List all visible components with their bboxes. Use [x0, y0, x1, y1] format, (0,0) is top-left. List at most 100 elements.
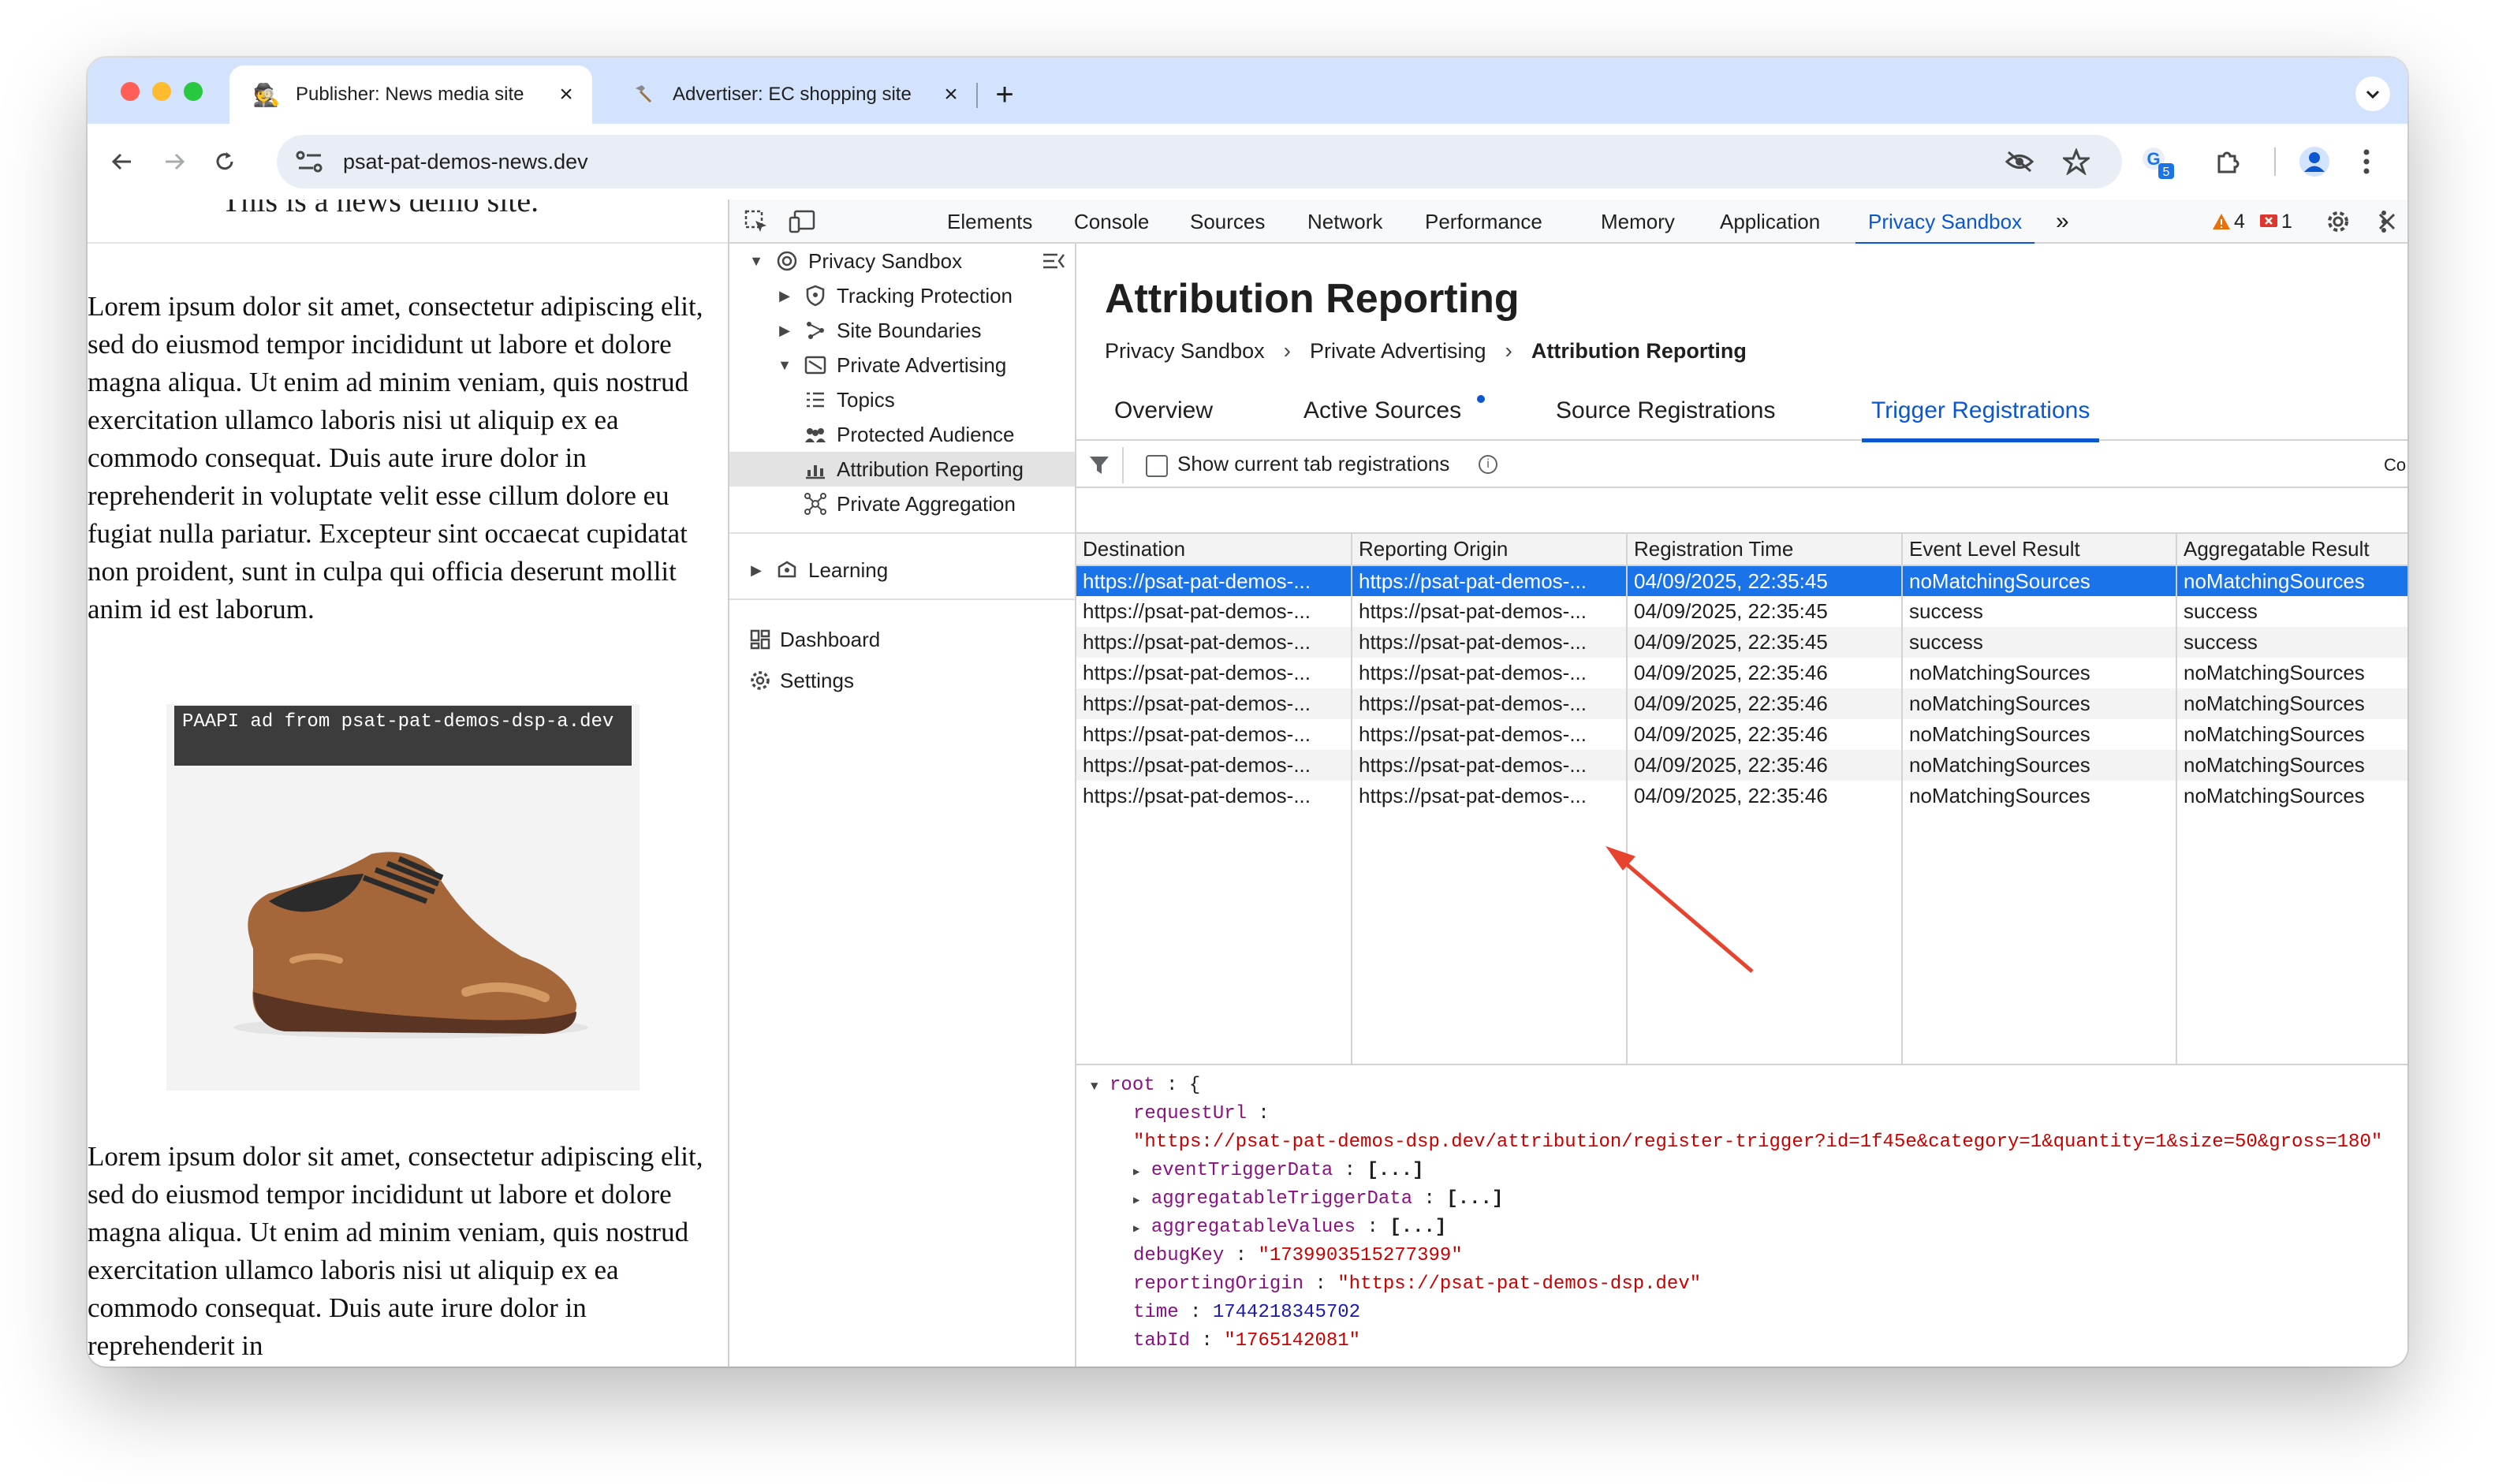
- sidebar-item-site-boundaries[interactable]: ▶ Site Boundaries: [729, 313, 1075, 348]
- expand-triangle-icon[interactable]: ▼: [1091, 1079, 1098, 1094]
- puzzle-icon: [2217, 151, 2240, 173]
- table-row[interactable]: https://psat-pat-demos-... https://psat-…: [1076, 750, 2407, 781]
- cell-destination: https://psat-pat-demos-...: [1076, 627, 1352, 658]
- expand-triangle-icon[interactable]: ▶: [748, 562, 764, 578]
- json-root-line[interactable]: ▼ root : {: [1091, 1072, 1200, 1101]
- tab-elements[interactable]: Elements: [947, 199, 1032, 244]
- ad-icon: [804, 353, 827, 377]
- sidebar-item-learning[interactable]: ▶ Learning: [729, 553, 1075, 587]
- column-header-aggregatable-result[interactable]: Aggregatable Result: [2176, 534, 2407, 566]
- close-window-button[interactable]: [121, 82, 140, 101]
- json-detail-view: ▼ root : { requestUrl : "https://psat-pa…: [1076, 1067, 2407, 1367]
- table-row[interactable]: https://psat-pat-demos-... https://psat-…: [1076, 719, 2407, 750]
- expand-triangle-icon[interactable]: ▼: [777, 357, 793, 373]
- sidebar-item-attribution-reporting[interactable]: Attribution Reporting: [729, 452, 1075, 487]
- tab-application[interactable]: Application: [1720, 199, 1820, 244]
- sidebar-divider: [729, 532, 1075, 534]
- breadcrumb-item[interactable]: Private Advertising: [1310, 339, 1486, 364]
- warnings-badge[interactable]: 4: [2212, 209, 2245, 234]
- column-header-registration-time[interactable]: Registration Time: [1627, 534, 1903, 566]
- tab-trigger-registrations[interactable]: Trigger Registrations: [1861, 381, 2100, 442]
- table-row[interactable]: https://psat-pat-demos-... https://psat-…: [1076, 596, 2407, 627]
- table-header-row: Destination Reporting Origin Registratio…: [1076, 534, 2407, 566]
- forward-button[interactable]: [155, 143, 193, 181]
- cell-aggregatable-result: noMatchingSources: [2176, 719, 2407, 750]
- audience-icon: [804, 423, 827, 446]
- show-current-tab-checkbox[interactable]: [1146, 455, 1168, 477]
- bookmark-star-icon[interactable]: [2061, 146, 2092, 177]
- table-row[interactable]: https://psat-pat-demos-... https://psat-…: [1076, 688, 2407, 719]
- sidebar-item-settings[interactable]: Settings: [729, 663, 1075, 698]
- breadcrumb-item[interactable]: Privacy Sandbox: [1105, 339, 1265, 364]
- errors-badge[interactable]: 1: [2259, 209, 2292, 234]
- chevron-right-icon: ›: [1283, 338, 1291, 363]
- profile-button[interactable]: [2295, 143, 2333, 181]
- collapsed-triangle-icon[interactable]: ▶: [1133, 1166, 1139, 1179]
- tab-overview[interactable]: Overview: [1114, 381, 1213, 441]
- tab-memory[interactable]: Memory: [1601, 199, 1675, 244]
- table-row[interactable]: https://psat-pat-demos-... https://psat-…: [1076, 658, 2407, 688]
- reload-button[interactable]: [206, 143, 244, 181]
- collapsed-triangle-icon[interactable]: ▶: [1133, 1223, 1139, 1236]
- maximize-window-button[interactable]: [184, 82, 203, 101]
- column-header-event-level-result[interactable]: Event Level Result: [1902, 534, 2177, 566]
- cell-event-level-result: noMatchingSources: [1902, 781, 2177, 811]
- inspect-element-icon[interactable]: [740, 206, 772, 237]
- expand-triangle-icon[interactable]: ▼: [748, 253, 764, 269]
- extension-button[interactable]: G5: [2138, 143, 2176, 181]
- address-bar[interactable]: psat-pat-demos-news.dev: [277, 135, 2122, 188]
- tab-sources[interactable]: Sources: [1190, 199, 1265, 244]
- tab-source-registrations[interactable]: Source Registrations: [1556, 381, 1775, 441]
- tab-performance[interactable]: Performance: [1425, 199, 1542, 244]
- json-event-trigger-data[interactable]: ▶ eventTriggerData : [...]: [1133, 1157, 1424, 1187]
- tab-publisher[interactable]: 🕵 Publisher: News media site ×: [229, 65, 592, 124]
- tab-network[interactable]: Network: [1307, 199, 1382, 244]
- tab-close-icon[interactable]: ×: [939, 81, 963, 107]
- minimize-window-button[interactable]: [152, 82, 171, 101]
- collapse-sidebar-icon[interactable]: [1042, 249, 1065, 273]
- column-header-destination[interactable]: Destination: [1076, 534, 1352, 566]
- tab-close-icon[interactable]: ×: [554, 81, 578, 107]
- new-tab-button[interactable]: +: [985, 75, 1024, 114]
- sidebar-item-protected-audience[interactable]: Protected Audience: [729, 417, 1075, 452]
- tab-console[interactable]: Console: [1074, 199, 1149, 244]
- collapsed-triangle-icon[interactable]: ▶: [1133, 1195, 1139, 1207]
- trigger-registrations-table: Destination Reporting Origin Registratio…: [1076, 532, 2407, 1065]
- info-icon[interactable]: i: [1479, 455, 1497, 474]
- tab-title: Advertiser: EC shopping site: [673, 84, 912, 105]
- more-tabs-button[interactable]: »: [2056, 199, 2069, 244]
- cell-registration-time: 04/09/2025, 22:35:46: [1627, 719, 1903, 750]
- table-row[interactable]: https://psat-pat-demos-... https://psat-…: [1076, 627, 2407, 658]
- tab-privacy-sandbox[interactable]: Privacy Sandbox: [1855, 199, 2035, 245]
- sidebar-item-private-aggregation[interactable]: Private Aggregation: [729, 487, 1075, 521]
- extensions-puzzle-button[interactable]: [2209, 143, 2247, 181]
- json-aggregatable-values[interactable]: ▶ aggregatableValues : [...]: [1133, 1214, 1446, 1244]
- close-devtools-icon[interactable]: [2371, 206, 2403, 237]
- tracking-protection-eye-icon[interactable]: [2004, 146, 2035, 177]
- expand-triangle-icon[interactable]: ▶: [777, 288, 793, 304]
- column-header-reporting-origin[interactable]: Reporting Origin: [1352, 534, 1628, 566]
- sidebar-item-tracking-protection[interactable]: ▶ Tracking Protection: [729, 278, 1075, 313]
- expand-triangle-icon[interactable]: ▶: [777, 323, 793, 338]
- cell-aggregatable-result: noMatchingSources: [2176, 658, 2407, 688]
- tab-separator: [976, 83, 978, 108]
- sidebar-item-private-advertising[interactable]: ▼ Private Advertising: [729, 348, 1075, 382]
- settings-gear-icon[interactable]: [2322, 206, 2354, 237]
- tab-active-sources[interactable]: Active Sources: [1303, 381, 1461, 441]
- tab-advertiser[interactable]: Advertiser: EC shopping site ×: [606, 65, 977, 124]
- back-button[interactable]: [103, 143, 141, 181]
- cell-registration-time: 04/09/2025, 22:35:46: [1627, 750, 1903, 781]
- sidebar-item-privacy-sandbox[interactable]: ▼ Privacy Sandbox: [729, 244, 1075, 278]
- sidebar-item-dashboard[interactable]: Dashboard: [729, 622, 1075, 657]
- table-row[interactable]: https://psat-pat-demos-... https://psat-…: [1076, 565, 2407, 596]
- device-toolbar-icon[interactable]: [786, 206, 818, 237]
- browser-menu-button[interactable]: [2348, 143, 2385, 181]
- tab-search-button[interactable]: [2355, 76, 2390, 111]
- cell-registration-time: 04/09/2025, 22:35:45: [1627, 596, 1903, 627]
- filter-icon[interactable]: [1087, 453, 1111, 477]
- ad-label: PAAPI ad from psat-pat-demos-dsp-a.dev: [174, 706, 632, 766]
- shoe-image[interactable]: [206, 791, 600, 1059]
- json-aggregatable-trigger-data[interactable]: ▶ aggregatableTriggerData : [...]: [1133, 1185, 1503, 1215]
- table-row[interactable]: https://psat-pat-demos-... https://psat-…: [1076, 781, 2407, 811]
- sidebar-item-topics[interactable]: Topics: [729, 382, 1075, 417]
